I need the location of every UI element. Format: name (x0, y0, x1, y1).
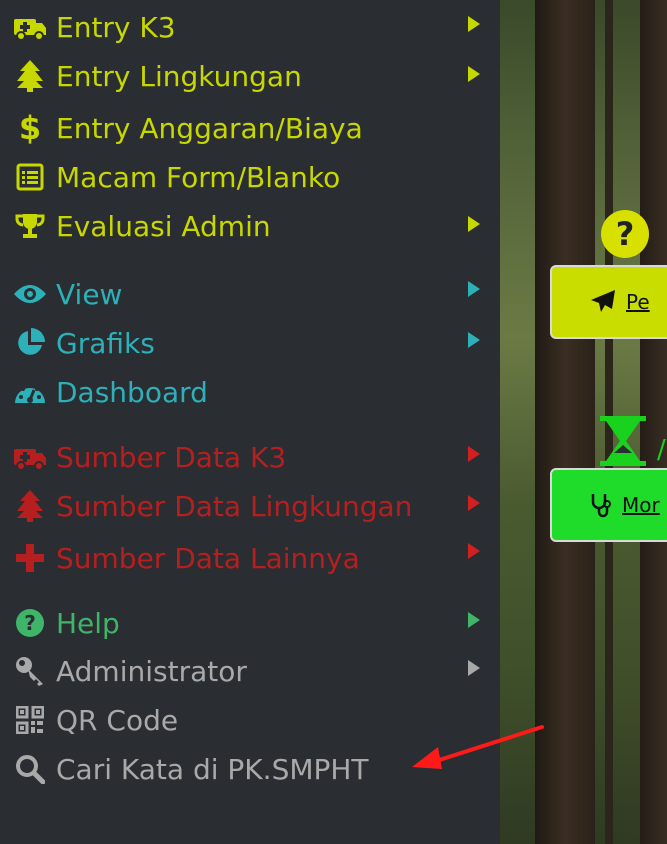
chevron-right-icon (468, 543, 480, 559)
menu-item-label: Dashboard (56, 375, 208, 409)
menu-item-sumber-data-lainnya[interactable]: Sumber Data Lainnya (12, 538, 360, 578)
send-button-label: Pe (626, 290, 650, 314)
chevron-right-icon (468, 660, 480, 676)
plus-icon (12, 543, 48, 573)
monitor-button-label: Mor (622, 493, 660, 517)
menu-item-label: Macam Form/Blanko (56, 160, 341, 194)
menu-item-label: View (56, 277, 123, 311)
chevron-right-icon (468, 66, 480, 82)
send-button[interactable]: Pe (550, 265, 667, 339)
question-circle-icon: ? (12, 608, 48, 638)
menu-item-label: Sumber Data Lingkungan (56, 489, 413, 523)
menu-item-label: Evaluasi Admin (56, 209, 271, 243)
svg-text:?: ? (24, 611, 36, 635)
trophy-icon (12, 212, 48, 240)
chevron-right-icon (468, 281, 480, 297)
menu-item-cari-kata[interactable]: Cari Kata di PK.SMPHT (12, 749, 369, 789)
hourglass-letter: / (657, 435, 666, 465)
menu-item-view[interactable]: View (12, 274, 122, 314)
menu-item-label: Cari Kata di PK.SMPHT (56, 752, 369, 786)
hourglass-icon (598, 415, 648, 467)
menu-item-label: QR Code (56, 703, 179, 737)
stethoscope-icon (590, 492, 612, 524)
qr-code-icon (12, 706, 48, 734)
menu-item-sumber-data-lingkungan[interactable]: Sumber Data Lingkungan (12, 486, 412, 526)
menu-item-entry-k3[interactable]: Entry K3 (12, 7, 176, 47)
ambulance-icon (12, 443, 48, 471)
chevron-right-icon (468, 495, 480, 511)
paper-plane-icon (590, 289, 616, 319)
menu-item-label: Sumber Data K3 (56, 440, 287, 474)
question-circle-icon: ? (600, 209, 650, 259)
form-icon (12, 163, 48, 191)
menu-item-grafiks[interactable]: Grafiks (12, 323, 155, 363)
menu-item-label: Grafiks (56, 326, 155, 360)
menu-item-label: Entry Lingkungan (56, 59, 302, 93)
annotation-arrow (412, 725, 544, 769)
pie-chart-icon (12, 328, 48, 358)
menu-item-macam-form[interactable]: Macam Form/Blanko (12, 157, 340, 197)
menu-item-entry-lingkungan[interactable]: Entry Lingkungan (12, 56, 302, 96)
menu-item-qr-code[interactable]: QR Code (12, 700, 178, 740)
search-icon (12, 754, 48, 784)
menu-item-entry-anggaran[interactable]: $ Entry Anggaran/Biaya (12, 108, 363, 148)
dashboard-gauge-icon (12, 379, 48, 405)
chevron-right-icon (468, 612, 480, 628)
menu-item-evaluasi-admin[interactable]: Evaluasi Admin (12, 206, 271, 246)
monitor-button[interactable]: Mor (550, 468, 667, 542)
svg-text:?: ? (616, 215, 635, 253)
chevron-right-icon (468, 216, 480, 232)
tree-icon (12, 60, 48, 92)
dollar-icon: $ (18, 109, 42, 147)
tree-icon (12, 490, 48, 522)
chevron-right-icon (468, 332, 480, 348)
menu-item-label: Entry K3 (56, 10, 176, 44)
key-icon (12, 655, 48, 687)
chevron-right-icon (468, 16, 480, 32)
menu-item-label: Entry Anggaran/Biaya (56, 111, 363, 145)
chevron-right-icon (468, 446, 480, 462)
menu-item-help[interactable]: ? Help (12, 603, 120, 643)
menu-item-sumber-data-k3[interactable]: Sumber Data K3 (12, 437, 286, 477)
menu-item-administrator[interactable]: Administrator (12, 651, 247, 691)
menu-item-label: Administrator (56, 654, 247, 688)
menu-item-label: Sumber Data Lainnya (56, 541, 360, 575)
menu-item-dashboard[interactable]: Dashboard (12, 372, 208, 412)
menu-item-label: Help (56, 606, 120, 640)
eye-icon (12, 282, 48, 306)
ambulance-icon (12, 13, 48, 41)
